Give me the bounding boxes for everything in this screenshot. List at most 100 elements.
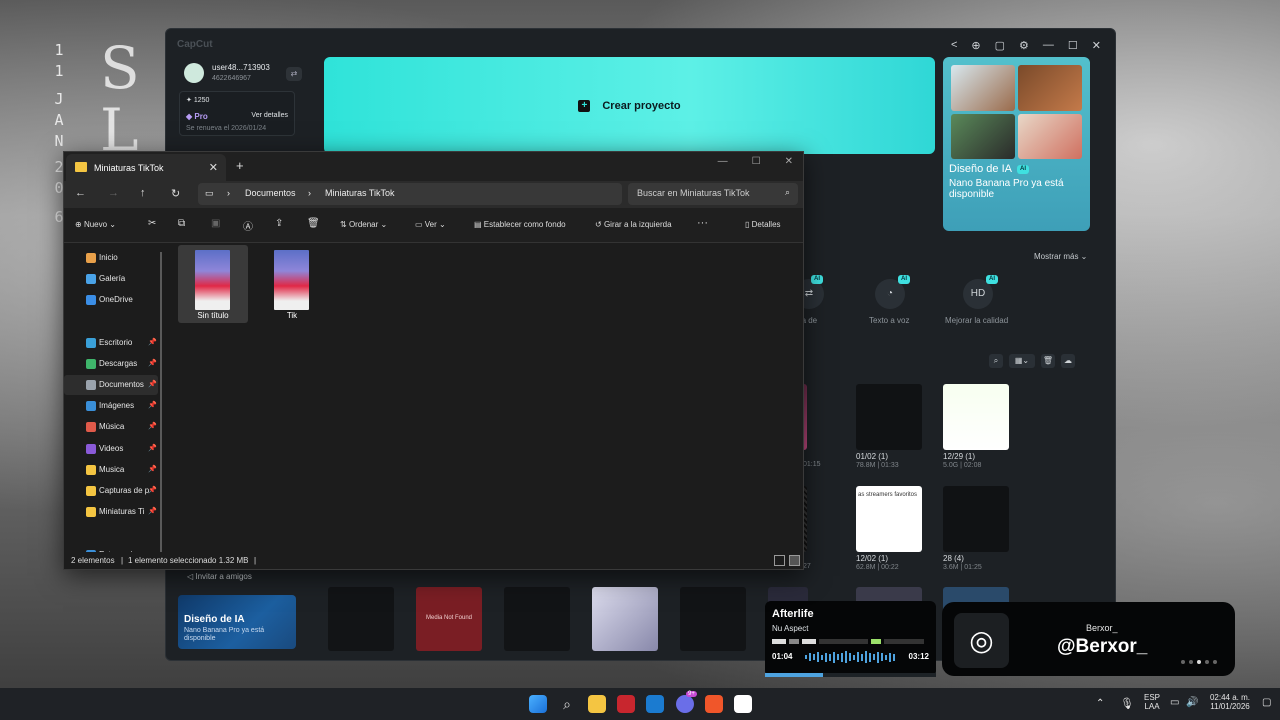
view-details-link[interactable]: Ver detalles [251,112,288,119]
sidebar-item[interactable]: Escritorio 📌 [64,333,158,353]
cloud-icon[interactable]: ☁ [1061,354,1075,368]
rename-icon[interactable]: Ⓐ [243,218,253,233]
sidebar-item[interactable]: Inicio [64,248,158,268]
chevron-up-icon[interactable]: ⌃ [1096,698,1104,709]
show-more-link[interactable]: Mostrar más ⌄ [1034,252,1087,261]
delete-icon[interactable]: 🗑 [307,218,320,229]
project-thumbnail[interactable] [943,486,1009,552]
back-arrow-icon[interactable]: ← [75,187,86,199]
mail-icon[interactable] [646,695,664,713]
copy-icon[interactable]: ⧉ [178,218,185,229]
sidebar-item[interactable]: Documentos 📌 [64,375,158,395]
file-explorer-icon[interactable] [588,695,606,713]
notification-icon[interactable]: ▢ [1262,697,1271,708]
app-icon[interactable] [617,695,635,713]
breadcrumb-miniaturas[interactable]: Miniaturas TikTok [325,188,395,198]
minimize-button[interactable]: — [1043,39,1054,52]
side-ai-promo[interactable]: Diseño de IA Nano Banana Pro ya está dis… [178,595,296,649]
clock[interactable]: 02:44 a. m. 11/01/2026 [1205,693,1255,711]
tab-miniaturas[interactable]: Miniaturas TikTok ✕ [66,154,226,181]
maximize-button[interactable]: ☐ [1068,39,1078,52]
share-icon[interactable]: < [951,39,957,52]
sidebar-item[interactable]: Capturas de p 📌 [64,481,158,501]
switch-account-icon[interactable]: ⇄ [286,67,302,81]
network-icon[interactable]: ▭ [1170,697,1179,708]
sidebar-item[interactable]: Miniaturas Ti 📌 [64,502,158,522]
sidebar-item[interactable]: Imágenes 📌 [64,396,158,416]
pin-icon[interactable]: 📌 [148,422,157,430]
file-item[interactable]: Sin título [178,245,248,323]
details-view-icon[interactable] [774,555,785,566]
close-button[interactable]: ✕ [1092,39,1101,52]
new-tab-button[interactable]: + [236,158,244,173]
pin-icon[interactable]: 📌 [148,486,157,494]
project-thumbnail[interactable] [856,384,922,450]
search-box[interactable]: Buscar en Miniaturas TikTok ⌕ [628,183,798,205]
project-thumbnail[interactable] [504,587,570,651]
pro-box[interactable]: ✦ 1250 ◆ Pro Ver detalles Se renueva el … [179,91,295,136]
navigation-scrollbar[interactable] [160,252,162,552]
project-thumbnail[interactable] [943,384,1009,450]
pin-icon[interactable]: 📌 [148,444,157,452]
more-options-icon[interactable]: ··· [697,217,708,229]
brave-icon[interactable] [705,695,723,713]
refresh-icon[interactable]: ↻ [171,187,180,200]
cut-icon[interactable]: ✂ [148,218,156,229]
search-icon[interactable]: ⌕ [989,354,1003,368]
maximize-button[interactable]: ☐ [752,156,761,167]
pin-icon[interactable]: 📌 [148,380,157,388]
sidebar-item[interactable]: Música 📌 [64,417,158,437]
project-thumbnail[interactable] [680,587,746,651]
view-button[interactable]: ▭ Ver ⌄ [415,220,446,229]
forward-arrow-icon[interactable]: → [108,187,119,199]
close-button[interactable]: ✕ [785,156,793,167]
search-icon[interactable]: ⌕ [558,695,576,713]
details-button[interactable]: ▯ Detalles [745,220,781,229]
project-thumbnail[interactable]: Media Not Found [416,587,482,651]
sidebar-item[interactable]: Musica 📌 [64,460,158,480]
discord-icon[interactable]: 9+ [676,691,697,713]
pin-icon[interactable]: 📌 [148,507,157,515]
up-arrow-icon[interactable]: ↑ [140,187,146,199]
capcut-icon[interactable] [734,695,752,713]
new-button[interactable]: ⊕ Nuevo ⌄ [75,220,116,229]
project-thumbnail[interactable] [328,587,394,651]
ai-design-promo[interactable]: Diseño de IA AI Nano Banana Pro ya está … [943,57,1090,231]
sidebar-item[interactable]: OneDrive [64,290,158,310]
user-profile[interactable]: user48...713903 4622646967 ⇄ [180,59,302,91]
upload-icon[interactable]: ⊕ [971,39,980,52]
pin-icon[interactable]: 📌 [148,465,157,473]
rotate-left-button[interactable]: ↺ Girar a la izquierda [595,220,672,229]
grid-view-icon[interactable]: ▦⌄ [1009,354,1035,368]
project-thumbnail[interactable]: as streamers favoritos [856,486,922,552]
sidebar-item[interactable]: Videos 📌 [64,439,158,459]
language-indicator[interactable]: ESP LAA [1141,693,1163,711]
share-icon[interactable]: ⇪ [275,218,283,229]
start-icon[interactable] [529,695,547,713]
pin-icon[interactable]: 📌 [148,401,157,409]
file-item[interactable]: Tik [257,245,327,323]
sort-button[interactable]: ⇅ Ordenar ⌄ [340,220,387,229]
invite-friends-button[interactable]: ◁ Invitar a amigos [187,572,252,581]
pin-icon[interactable]: 📌 [148,359,157,367]
sidebar-item[interactable]: Galería [64,269,158,289]
volume-icon[interactable]: 🔊 [1186,697,1198,708]
feedback-icon[interactable]: ▢ [995,39,1005,52]
close-tab-icon[interactable]: ✕ [209,161,218,174]
microphone-icon[interactable]: 🎙 [1120,697,1134,710]
tab-title: Miniaturas TikTok [94,163,164,173]
trash-icon[interactable]: 🗑 [1041,354,1055,368]
project-thumbnail[interactable] [592,587,658,651]
music-player-widget[interactable]: Afterlife Nu Aspect 01:04 03:12 [765,601,936,677]
paste-icon[interactable]: ▣ [211,218,220,229]
address-bar[interactable]: ▭ › Documentos › Miniaturas TikTok [198,183,622,205]
minimize-button[interactable]: — [718,156,728,167]
pin-icon[interactable]: 📌 [148,338,157,346]
settings-icon[interactable]: ⚙ [1019,39,1029,52]
music-progress-bar[interactable] [765,673,936,677]
breadcrumb-documentos[interactable]: Documentos [245,188,296,198]
tiles-view-icon[interactable] [789,555,800,566]
set-background-button[interactable]: ▤ Establecer como fondo [474,220,566,229]
sidebar-item[interactable]: Descargas 📌 [64,354,158,374]
create-project-button[interactable]: + Crear proyecto [324,57,935,154]
